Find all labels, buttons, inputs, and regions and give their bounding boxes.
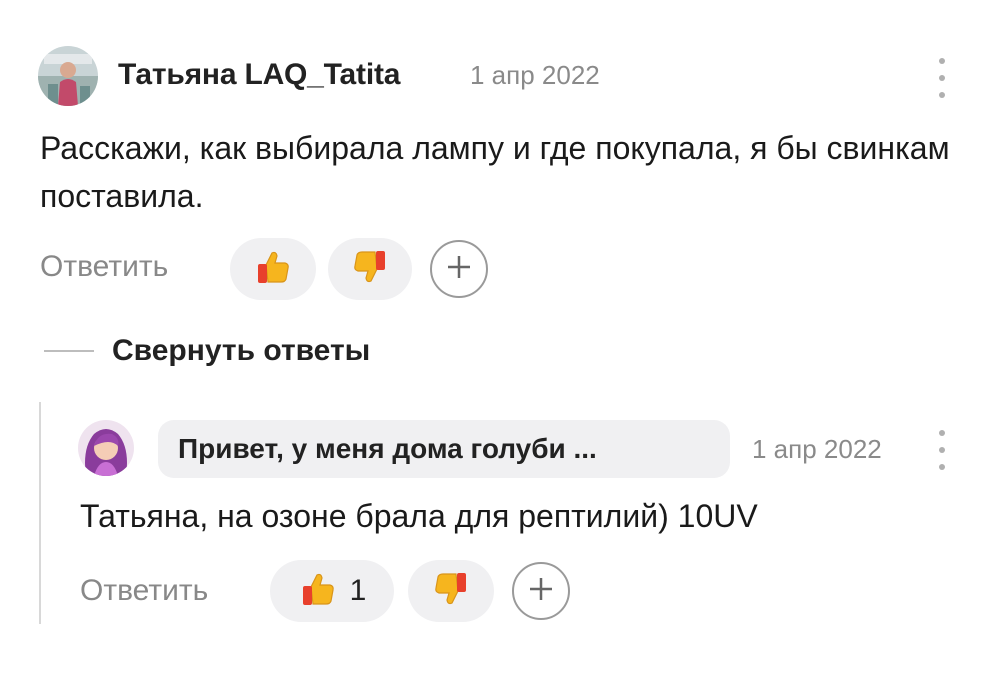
collapse-replies-button[interactable]: Свернуть ответы (112, 334, 370, 368)
like-count: 1 (349, 574, 367, 607)
thumbs-down-icon (431, 569, 471, 614)
author-avatar[interactable] (38, 46, 98, 106)
thumbs-up-icon (298, 569, 338, 614)
kebab-menu-icon[interactable] (930, 58, 954, 98)
add-reaction-button[interactable] (430, 240, 488, 298)
reply-like-button[interactable]: 1 (270, 560, 394, 622)
reply-kebab-menu-icon[interactable] (930, 430, 954, 470)
dislike-button[interactable] (328, 238, 412, 300)
reply-author-avatar[interactable] (78, 420, 134, 476)
reply-button[interactable]: Ответить (40, 250, 168, 284)
reply-text: Татьяна, на озоне брала для рептилий) 10… (80, 498, 758, 534)
comment-date: 1 апр 2022 (470, 60, 600, 90)
reply-dislike-button[interactable] (408, 560, 494, 622)
thread-line (39, 402, 41, 624)
author-name[interactable]: Татьяна LAQ_Tatita (118, 58, 400, 92)
collapse-divider (44, 350, 94, 352)
like-button[interactable] (230, 238, 316, 300)
reply-reply-button[interactable]: Ответить (80, 574, 208, 608)
reply-date: 1 апр 2022 (752, 434, 882, 464)
reply-add-reaction-button[interactable] (512, 562, 570, 620)
thumbs-up-icon (253, 247, 293, 292)
quoted-comment-chip[interactable]: Привет, у меня дома голуби ... (158, 420, 730, 478)
plus-icon (528, 576, 554, 607)
comment-text: Расскажи, как выбирала лампу и где покуп… (40, 130, 950, 214)
thumbs-down-icon (350, 247, 390, 292)
plus-icon (446, 254, 472, 285)
